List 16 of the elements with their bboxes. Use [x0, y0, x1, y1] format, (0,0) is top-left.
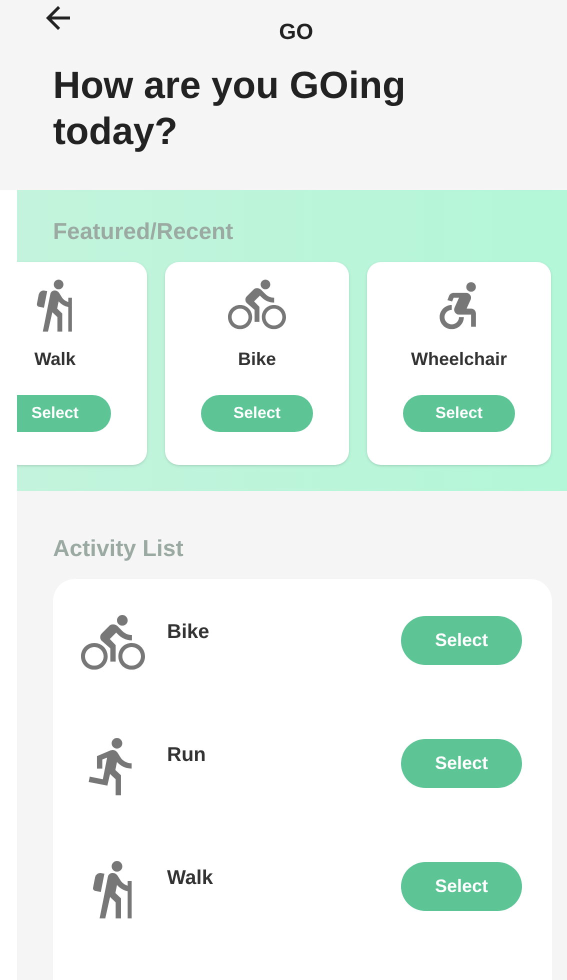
- section-title: Featured/Recent: [53, 216, 234, 246]
- activity-label: Walk: [34, 348, 76, 371]
- select-button[interactable]: Select: [201, 395, 313, 432]
- select-button[interactable]: Select: [401, 616, 522, 665]
- select-button[interactable]: Select: [403, 395, 515, 432]
- select-button[interactable]: Select: [401, 739, 522, 788]
- activity-label: Bike: [238, 348, 276, 371]
- header-title: GO: [279, 19, 314, 45]
- activity-label: Wheelchair: [410, 348, 508, 371]
- select-button[interactable]: Select: [17, 395, 111, 432]
- section-title: Activity List: [53, 534, 184, 563]
- page-heading: How are you GOing today?: [53, 64, 407, 154]
- activity-name: Run: [167, 743, 206, 768]
- activity-name: Walk: [167, 866, 213, 891]
- activity-name: Bike: [167, 620, 210, 645]
- select-button[interactable]: Select: [401, 862, 522, 911]
